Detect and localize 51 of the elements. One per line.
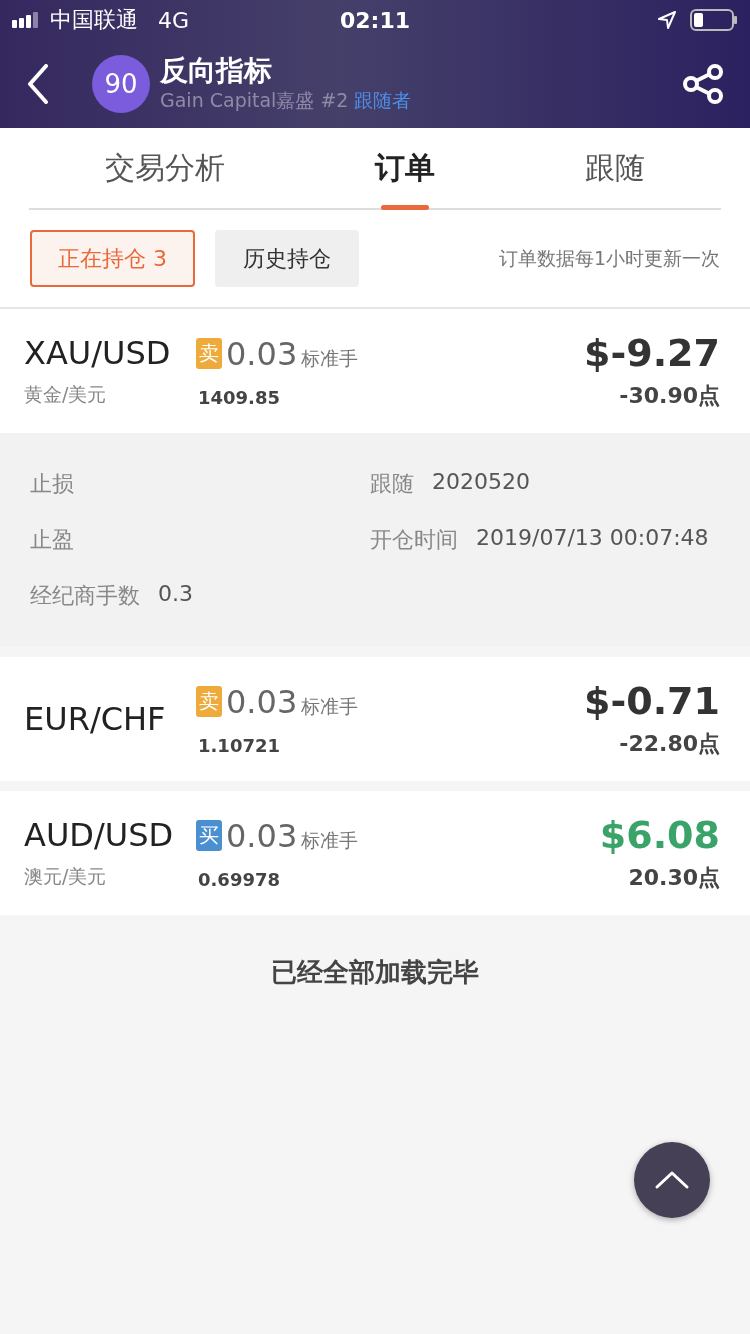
lot-size: 0.03: [226, 816, 298, 855]
lot-size: 0.03: [226, 682, 298, 721]
detail-label: 开仓时间: [370, 526, 458, 554]
clock: 02:11: [340, 7, 410, 33]
battery-icon: [690, 9, 738, 31]
lot-unit: 标准手: [301, 827, 359, 853]
side-badge: 买: [196, 820, 222, 851]
network-type: 4G: [158, 7, 190, 33]
end-of-list-message: 已经全部加载完毕: [270, 956, 480, 989]
symbol-name: 澳元/美元: [24, 864, 108, 889]
lot-unit: 标准手: [301, 345, 359, 371]
order-card[interactable]: EUR/CHF 卖 0.03 标准手 1.10721 $-0.71 -22.80点: [0, 657, 750, 781]
order-card[interactable]: XAU/USD 黄金/美元 卖 0.03 标准手 1409.85 $-9.27 -30.90点: [0, 309, 750, 433]
share-button[interactable]: [682, 64, 724, 104]
open-price: 1409.85: [197, 386, 281, 408]
chevron-up-icon: [654, 1170, 690, 1190]
profit-amount: $-0.71: [584, 679, 720, 723]
detail-label: 止盈: [30, 526, 74, 554]
profit-points: -22.80点: [619, 730, 720, 758]
carrier-name: 中国联通: [50, 6, 138, 34]
avatar-badge: 90: [92, 55, 150, 113]
lot-unit: 标准手: [301, 693, 359, 719]
detail-label: 经纪商手数: [30, 582, 140, 610]
tab[interactable]: 订单: [355, 128, 455, 208]
profit-points: 20.30点: [628, 864, 720, 892]
side-badge: 卖: [196, 686, 222, 717]
open-price: 0.69978: [197, 868, 281, 890]
detail-value: 2020520: [432, 469, 530, 496]
tab[interactable]: 交易分析: [85, 128, 245, 208]
trader-name: 反向指标: [160, 54, 273, 88]
detail-value: 0.3: [158, 581, 193, 608]
profit-points: -30.90点: [619, 382, 720, 410]
side-badge: 卖: [196, 338, 222, 369]
symbol-label: AUD/USD: [24, 816, 175, 854]
location-icon: [658, 11, 676, 29]
lot-size: 0.03: [226, 334, 298, 373]
open-price: 1.10721: [197, 734, 281, 756]
profit-amount: $-9.27: [584, 331, 720, 375]
profit-amount: $6.08: [599, 813, 720, 857]
symbol-label: XAU/USD: [24, 334, 172, 372]
scroll-top-button[interactable]: [634, 1142, 710, 1218]
order-card[interactable]: AUD/USD 澳元/美元 买 0.03 标准手 0.69978 $6.08 20.30点: [0, 791, 750, 915]
broker-label: Gain Capital嘉盛 #2: [160, 88, 349, 113]
update-note: 订单数据每1小时更新一次: [498, 245, 720, 271]
detail-value: 2019/07/13 00:07:48: [476, 525, 709, 552]
filter-button[interactable]: 历史持仓: [215, 230, 359, 287]
detail-label: 止损: [30, 470, 74, 498]
symbol-label: EUR/CHF: [24, 700, 167, 738]
tab[interactable]: 跟随: [565, 128, 665, 208]
symbol-name: 黄金/美元: [24, 382, 108, 407]
detail-label: 跟随: [370, 470, 414, 498]
